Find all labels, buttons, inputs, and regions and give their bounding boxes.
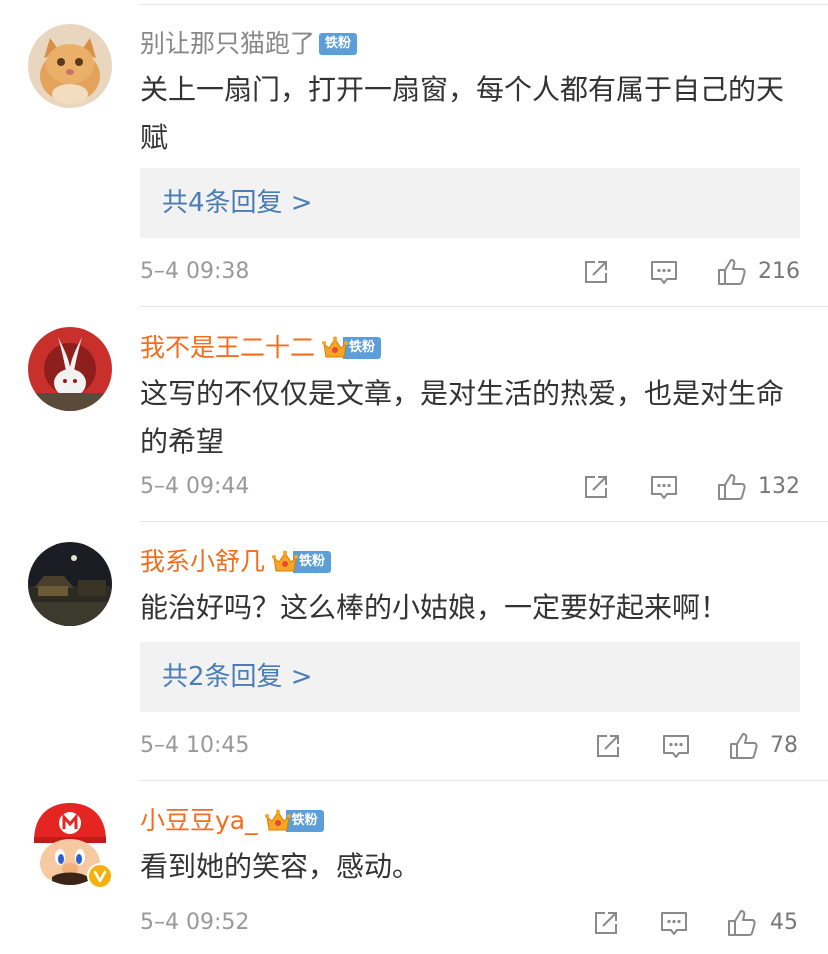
comment-text: 这写的不仅仅是文章，是对生活的热爱，也是对生命的希望 [140, 377, 785, 458]
thumbs-up-icon[interactable] [728, 730, 760, 762]
comment-icon[interactable] [660, 730, 692, 762]
crown-icon [321, 335, 349, 361]
share-icon[interactable] [592, 730, 624, 762]
timestamp: 5–4 10:45 [140, 733, 250, 758]
author-row: 我不是王二十二 铁粉 [140, 328, 382, 368]
author-row: 小豆豆ya_ 铁粉 [140, 801, 324, 841]
author-name[interactable]: 别让那只猫跑了 [140, 24, 315, 64]
share-icon[interactable] [580, 471, 612, 503]
comment-icon[interactable] [648, 256, 680, 288]
like-count: 78 [770, 733, 798, 758]
like-count: 132 [758, 474, 800, 499]
comment-icon[interactable] [648, 471, 680, 503]
divider [140, 521, 828, 522]
comment-list: 别让那只猫跑了 铁粉 关上一扇门，打开一扇窗，每个人都有属于自己的天赋 共4条回… [0, 0, 828, 954]
divider [140, 4, 828, 5]
comment-footer: 5–4 09:38 216 [0, 252, 828, 292]
timestamp: 5–4 09:52 [140, 910, 250, 935]
comment-footer: 5–4 09:52 45 [0, 903, 828, 943]
author-name[interactable]: 小豆豆ya_ [140, 801, 258, 841]
comment-footer: 5–4 09:44 132 [0, 467, 828, 507]
author-name[interactable]: 我不是王二十二 [140, 328, 315, 368]
rabbit-logo-avatar-image [28, 327, 112, 411]
thumbs-up-icon[interactable] [716, 471, 748, 503]
divider [140, 306, 828, 307]
author-row: 我系小舒几 铁粉 [140, 542, 332, 582]
divider [140, 780, 828, 781]
timestamp: 5–4 09:44 [140, 474, 250, 499]
avatar[interactable] [28, 327, 112, 411]
share-icon[interactable] [580, 256, 612, 288]
thumbs-up-icon[interactable] [716, 256, 748, 288]
author-name[interactable]: 我系小舒几 [140, 542, 265, 582]
avatar[interactable] [28, 542, 112, 626]
cat-avatar-image [28, 24, 112, 108]
timestamp: 5–4 09:38 [140, 259, 250, 284]
crown-icon [264, 808, 292, 834]
thumbs-up-icon[interactable] [726, 907, 758, 939]
comment-text: 关上一扇门，打开一扇窗，每个人都有属于自己的天赋 [140, 73, 785, 154]
night-scene-avatar-image [28, 542, 112, 626]
verified-v-icon [87, 863, 113, 889]
like-count: 45 [770, 910, 798, 935]
comment-text: 看到她的笑容，感动。 [140, 850, 421, 883]
comment-footer: 5–4 10:45 78 [0, 726, 828, 766]
crown-icon [271, 549, 299, 575]
reply-count-link[interactable]: 共4条回复 > [140, 168, 800, 238]
share-icon[interactable] [590, 907, 622, 939]
comment-icon[interactable] [658, 907, 690, 939]
like-count: 216 [758, 259, 800, 284]
comment-text: 能治好吗？这么棒的小姑娘，一定要好起来啊！ [140, 591, 729, 624]
reply-count-link[interactable]: 共2条回复 > [140, 642, 800, 712]
avatar[interactable] [28, 24, 112, 108]
author-row: 别让那只猫跑了 铁粉 [140, 24, 358, 64]
fan-badge: 铁粉 [319, 33, 358, 55]
